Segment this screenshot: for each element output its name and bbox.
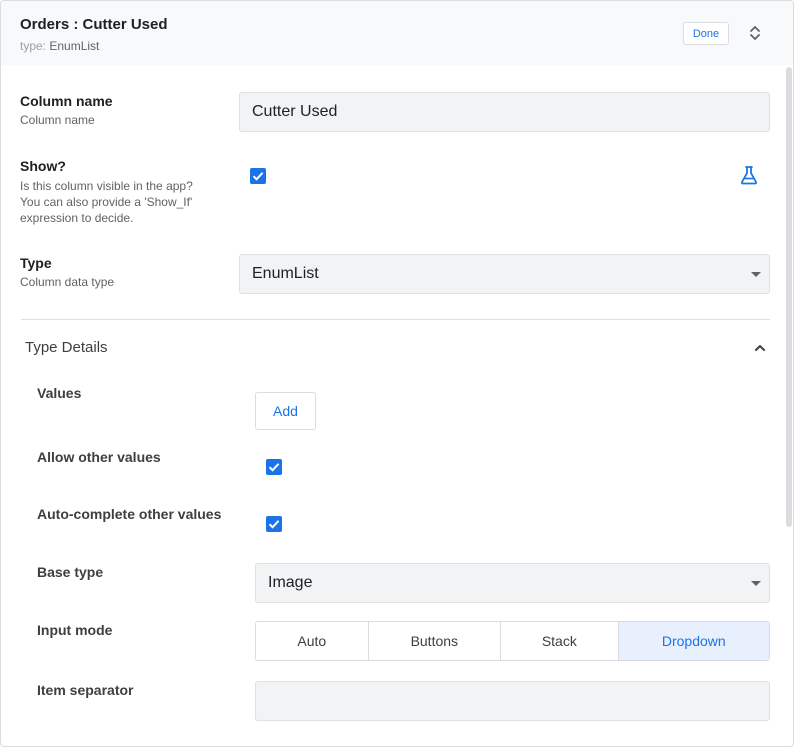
panel-header: Orders : Cutter Used type: EnumList Done [1,1,793,65]
flask-icon[interactable] [738,164,760,186]
scrollbar-thumb[interactable] [786,67,792,527]
column-name-value: Cutter Used [252,103,338,120]
unfold-more-icon[interactable] [746,24,764,42]
type-description: Column data type [20,275,115,289]
column-editor-panel: Orders : Cutter Used type: EnumList Done… [0,0,794,747]
column-name-label: Column name [20,93,113,109]
show-description-line-1: Is this column visible in the app? [20,179,193,193]
dropdown-caret-icon [751,272,761,277]
column-type-subtitle: type: EnumList [20,39,99,53]
input-mode-stack[interactable]: Stack [501,622,619,660]
type-value: EnumList [49,39,100,53]
item-separator-input[interactable] [255,681,770,721]
input-mode-selector: Auto Buttons Stack Dropdown [255,621,770,661]
show-description-line-3: expression to decide. [20,211,134,225]
allow-other-values-checkbox[interactable] [266,459,282,475]
base-type-label: Base type [37,564,104,580]
type-select[interactable]: EnumList [239,254,770,294]
autocomplete-other-values-label: Auto-complete other values [37,506,222,522]
panel-title: Orders : Cutter Used [20,16,168,33]
section-divider [21,319,770,320]
item-separator-label: Item separator [37,682,134,698]
dropdown-caret-icon [751,581,761,586]
chevron-up-icon[interactable] [752,340,768,356]
input-mode-buttons[interactable]: Buttons [368,622,502,660]
base-type-select[interactable]: Image [255,563,770,603]
column-name-description: Column name [20,113,95,127]
base-type-value: Image [268,574,313,591]
input-mode-auto[interactable]: Auto [256,622,369,660]
type-details-title: Type Details [25,339,108,356]
autocomplete-other-values-checkbox[interactable] [266,516,282,532]
show-description-line-2: You can also provide a 'Show_If' [20,195,193,209]
check-icon [268,520,280,529]
check-icon [268,463,280,472]
allow-other-values-label: Allow other values [37,449,161,465]
check-icon [252,172,264,181]
done-button[interactable]: Done [683,22,729,45]
values-label: Values [37,385,82,401]
input-mode-dropdown[interactable]: Dropdown [618,622,769,660]
add-value-button[interactable]: Add [255,392,316,430]
scrollbar[interactable] [784,65,793,746]
show-description: Is this column visible in the app? You c… [20,178,193,226]
type-label: Type [20,255,52,271]
type-prefix: type: [20,39,47,53]
show-label: Show? [20,158,66,174]
input-mode-label: Input mode [37,622,113,638]
type-select-value: EnumList [252,265,319,282]
show-checkbox[interactable] [250,168,266,184]
column-name-input[interactable]: Cutter Used [239,92,770,132]
